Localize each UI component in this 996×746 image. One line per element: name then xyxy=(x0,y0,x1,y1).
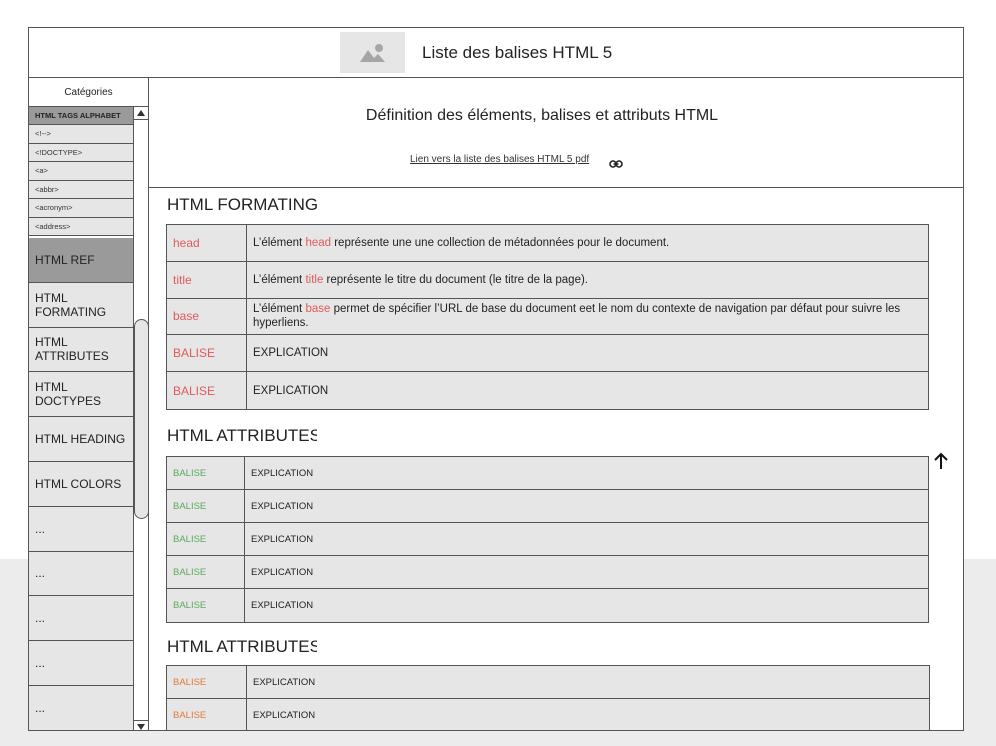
table-row: BALISE EXPLICATION xyxy=(167,589,928,622)
pdf-link[interactable]: Lien vers la liste des balises HTML 5 pd… xyxy=(410,154,589,165)
alphabet-item-abbr[interactable]: <abbr> xyxy=(29,180,133,199)
nav-item-html-attributes[interactable]: HTML ATTRIBUTES xyxy=(29,327,133,373)
link-icon[interactable] xyxy=(609,159,623,169)
sidebar-scrollbar[interactable] xyxy=(133,107,149,730)
tag-cell: BALISE xyxy=(167,335,247,372)
image-placeholder-icon xyxy=(360,44,385,62)
scroll-thumb[interactable] xyxy=(134,319,149,519)
tag-cell: BALISE xyxy=(167,699,247,730)
description-cell: EXPLICATION xyxy=(253,676,316,688)
page-frame: Liste des balises HTML 5 Catégories HTML… xyxy=(28,27,964,731)
tag-cell: title xyxy=(167,261,247,298)
tag-cell: BALISE xyxy=(167,523,245,555)
description-cell: EXPLICATION xyxy=(251,533,314,545)
nav-item-html-heading[interactable]: HTML HEADING xyxy=(29,417,133,462)
description-cell: L’élément base permet de spécifier l’URL… xyxy=(253,303,901,330)
tag-cell: base xyxy=(167,298,247,335)
section-title-formating: HTML FORMATING: xyxy=(167,195,317,214)
tag-cell: BALISE xyxy=(167,490,245,522)
arrow-up-icon[interactable] xyxy=(933,452,949,470)
alphabet-item-acronym[interactable]: <acronym> xyxy=(29,199,133,218)
page-title: Définition des éléments, balises et attr… xyxy=(365,107,719,124)
table-row: BALISE EXPLICATION xyxy=(167,335,928,373)
nav-item-html-formating[interactable]: HTML FORMATING xyxy=(29,282,133,328)
nav-item-more[interactable]: ... xyxy=(29,506,133,552)
formating-table: head L’élément head représente une une c… xyxy=(166,224,929,410)
description-cell: EXPLICATION xyxy=(251,566,314,578)
nav-item-more[interactable]: ... xyxy=(29,551,133,597)
tag-cell: BALISE xyxy=(167,589,245,622)
table-row: BALISE EXPLICATION xyxy=(167,523,928,556)
table-row: base L’élément base permet de spécifier … xyxy=(167,298,928,336)
table-row: title L’élément title représente le titr… xyxy=(167,261,928,299)
description-cell: EXPLICATION xyxy=(253,384,329,397)
description-cell: L’élément title représente le titre du d… xyxy=(253,273,588,286)
attributes-table: BALISE EXPLICATION BALISE EXPLICATION BA… xyxy=(166,456,929,623)
tag-cell: BALISE xyxy=(167,372,247,409)
nav-item-more[interactable]: ... xyxy=(29,685,133,730)
table-row: head L’élément head représente une une c… xyxy=(167,225,928,262)
alphabet-item-a[interactable]: <a> xyxy=(29,162,133,181)
nav-item-html-doctypes[interactable]: HTML DOCTYPES xyxy=(29,372,133,418)
category-nav: HTML REF HTML FORMATING HTML ATTRIBUTES … xyxy=(29,238,133,730)
description-cell: EXPLICATION xyxy=(251,600,314,611)
section-title-attributes: HTML ATTRIBUTES xyxy=(167,426,317,445)
table-row: BALISE EXPLICATION xyxy=(167,457,928,490)
main-content: Définition des éléments, balises et attr… xyxy=(149,78,963,730)
logo[interactable] xyxy=(340,32,405,73)
alphabet-title[interactable]: HTML TAGS ALPHABET xyxy=(29,107,133,125)
section-title-attributes-2: HTML ATTRIBUTES xyxy=(167,637,317,656)
tag-cell: BALISE xyxy=(167,666,247,698)
description-cell: EXPLICATION xyxy=(251,467,314,479)
tag-cell: head xyxy=(167,225,247,261)
description-cell: EXPLICATION xyxy=(253,347,329,360)
scroll-down-icon[interactable] xyxy=(134,720,148,730)
site-title: Liste des balises HTML 5 xyxy=(422,43,613,62)
table-row: BALISE EXPLICATION xyxy=(167,699,929,730)
scroll-up-icon[interactable] xyxy=(134,107,148,120)
description-cell: EXPLICATION xyxy=(251,500,314,512)
alphabet-item-doctype[interactable]: <!DOCTYPE> xyxy=(29,143,133,162)
description-cell: L’élément head représente une une collec… xyxy=(253,236,670,249)
sidebar-heading: Catégories xyxy=(29,78,148,107)
attributes-table-2: BALISE EXPLICATION BALISE EXPLICATION xyxy=(166,665,930,730)
tag-cell: BALISE xyxy=(167,457,245,489)
tag-cell: BALISE xyxy=(167,556,245,588)
description-cell: EXPLICATION xyxy=(253,710,316,721)
nav-item-more[interactable]: ... xyxy=(29,641,133,686)
table-row: BALISE EXPLICATION xyxy=(167,556,928,589)
table-row: BALISE EXPLICATION xyxy=(167,490,928,523)
alphabet-list: <!--> <!DOCTYPE> <a> <abbr> <acronym> <a… xyxy=(29,125,133,236)
nav-item-html-colors[interactable]: HTML COLORS xyxy=(29,461,133,507)
nav-item-more[interactable]: ... xyxy=(29,596,133,642)
site-header: Liste des balises HTML 5 xyxy=(29,28,963,78)
main-header: Définition des éléments, balises et attr… xyxy=(149,78,963,188)
table-row: BALISE EXPLICATION xyxy=(167,372,928,409)
sidebar: Catégories HTML TAGS ALPHABET <!--> <!DO… xyxy=(29,78,149,730)
alphabet-item-comment[interactable]: <!--> xyxy=(29,125,133,144)
table-row: BALISE EXPLICATION xyxy=(167,666,929,699)
alphabet-item-address[interactable]: <address> xyxy=(29,217,133,236)
nav-item-html-ref[interactable]: HTML REF xyxy=(29,238,133,283)
